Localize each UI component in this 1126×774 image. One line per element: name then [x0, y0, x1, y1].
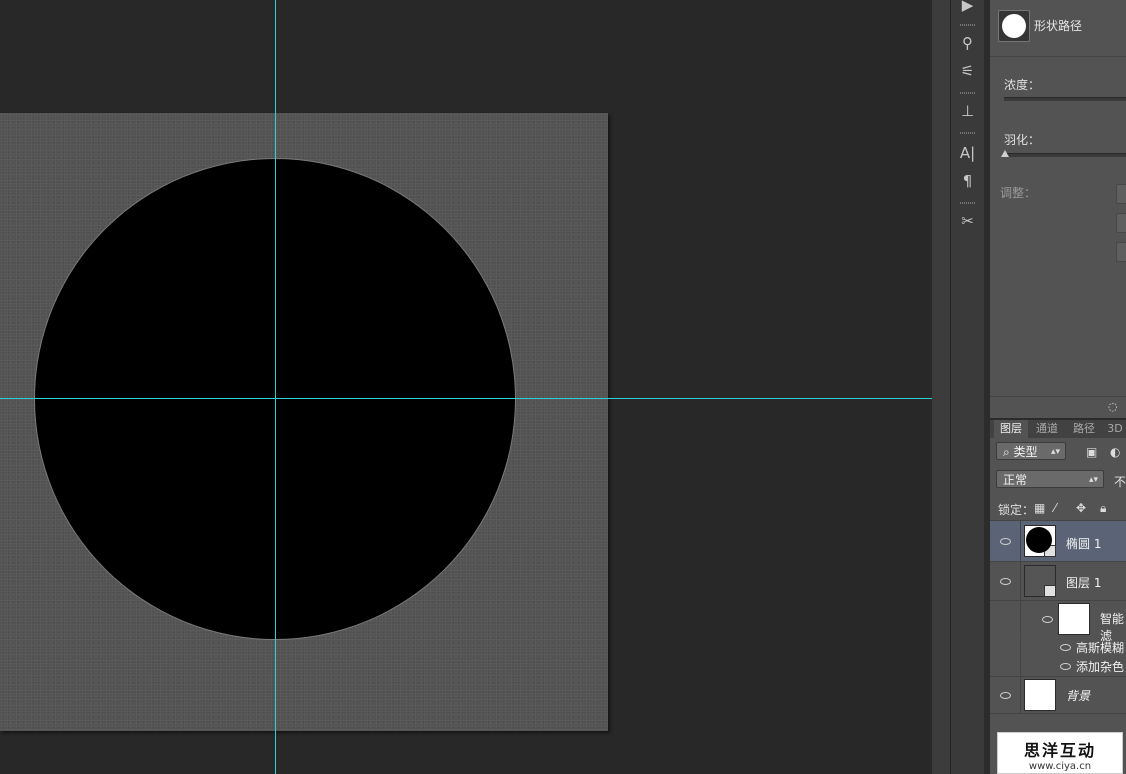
- canvas-workspace[interactable]: [0, 0, 932, 774]
- feather-label: 羽化：: [1004, 133, 1041, 147]
- eye-icon[interactable]: [1000, 575, 1011, 588]
- blend-mode-select[interactable]: 正常 ▴▾: [996, 470, 1104, 488]
- filter-type-value: 类型: [1013, 445, 1038, 459]
- eye-icon[interactable]: [1060, 660, 1071, 673]
- adjustment-filter-icon[interactable]: ◐: [1110, 445, 1120, 459]
- smart-filters-row[interactable]: 智能滤: [990, 601, 1126, 643]
- filter-row-gaussian[interactable]: 高斯模糊: [990, 638, 1126, 656]
- layer-row-layer1[interactable]: 图层 1: [990, 562, 1126, 601]
- layer-filter-select[interactable]: ⌕ 类型 ▴▾: [996, 442, 1066, 460]
- chevron-updown-icon: ▴▾: [1050, 447, 1060, 457]
- properties-title: 形状路径: [1034, 19, 1083, 33]
- smart-object-icon: [1044, 585, 1056, 597]
- tab-layers[interactable]: 图层: [994, 420, 1028, 438]
- tab-channels[interactable]: 通道: [1030, 420, 1064, 438]
- eye-icon[interactable]: [1000, 689, 1011, 702]
- tool-presets-icon[interactable]: ✂: [951, 208, 984, 234]
- shape-badge-icon: [1044, 545, 1056, 557]
- document-canvas[interactable]: [0, 113, 608, 731]
- layer-name[interactable]: 背景: [1066, 687, 1090, 704]
- eye-icon[interactable]: [1060, 641, 1071, 654]
- adjust-button[interactable]: [1116, 184, 1126, 204]
- chevron-updown-icon: ▴▾: [1088, 475, 1098, 485]
- eye-icon[interactable]: [1000, 535, 1011, 548]
- lock-position-icon[interactable]: ✥: [1076, 501, 1086, 515]
- filter-mask-thumbnail: [1058, 603, 1090, 635]
- paragraph-icon[interactable]: ¶: [951, 168, 984, 194]
- character-icon[interactable]: A|: [951, 140, 984, 166]
- brush-presets-icon[interactable]: ⚲: [951, 30, 984, 56]
- properties-panel: 形状路径 浓度： 羽化： 调整： ◌: [990, 0, 1126, 418]
- feather-slider-knob[interactable]: [1001, 150, 1009, 157]
- lock-all-icon[interactable]: 🔒︎: [1100, 501, 1106, 516]
- selection-icon[interactable]: ◌: [1108, 400, 1118, 413]
- watermark-title: 思洋互动: [1023, 741, 1096, 760]
- watermark-url: www.ciya.cn: [1028, 761, 1092, 772]
- visibility-column: [990, 656, 1021, 676]
- layer-row-background[interactable]: 背景: [990, 677, 1126, 714]
- eye-icon[interactable]: [1042, 613, 1053, 626]
- brush-settings-icon[interactable]: ⚟: [951, 58, 984, 84]
- blend-mode-value: 正常: [1003, 473, 1028, 487]
- panel-icon-strip: ▶ ⚲ ⚟ ⊥ A| ¶ ✂: [932, 0, 990, 774]
- layer-thumbnail: [1024, 679, 1056, 711]
- tab-3d[interactable]: 3D: [1104, 420, 1126, 438]
- feather-slider[interactable]: [1004, 153, 1126, 157]
- visibility-column: [990, 601, 1021, 637]
- lock-label: 锁定：: [998, 503, 1035, 517]
- right-panel: 形状路径 浓度： 羽化： 调整： ◌ 图层 通道 路径 3D ⌕ 类型 ▴▾ ▣…: [990, 0, 1126, 774]
- grip-handle[interactable]: [960, 132, 975, 134]
- strip-edge: [932, 0, 951, 774]
- adjust-button[interactable]: [1116, 242, 1126, 262]
- grip-handle[interactable]: [960, 24, 975, 26]
- filter-name[interactable]: 高斯模糊: [1076, 639, 1124, 656]
- lock-paint-icon[interactable]: ⁄: [1054, 501, 1056, 515]
- visibility-column: [990, 638, 1021, 656]
- adjust-label: 调整：: [1000, 186, 1037, 200]
- layers-tabbar: 图层 通道 路径 3D: [990, 420, 1126, 438]
- grip-handle[interactable]: [960, 202, 975, 204]
- play-icon[interactable]: ▶: [951, 0, 984, 18]
- density-slider[interactable]: [1004, 97, 1126, 101]
- opacity-label: 不: [1114, 475, 1126, 489]
- layer-row-ellipse[interactable]: 椭圆 1: [990, 521, 1126, 562]
- image-filter-icon[interactable]: ▣: [1086, 445, 1097, 459]
- layer-name[interactable]: 椭圆 1: [1066, 535, 1101, 552]
- shape-path-thumbnail[interactable]: [998, 10, 1030, 42]
- filter-row-noise[interactable]: 添加杂色: [990, 656, 1126, 677]
- properties-header: 形状路径: [990, 0, 1126, 57]
- search-icon: ⌕: [1003, 445, 1014, 459]
- clone-source-icon[interactable]: ⊥: [951, 98, 984, 124]
- adjust-button[interactable]: [1116, 213, 1126, 233]
- photoshop-window: ▶ ⚲ ⚟ ⊥ A| ¶ ✂ 形状路径 浓度： 羽化： 调整： ◌ 图层 通道 …: [0, 0, 1126, 774]
- tab-paths[interactable]: 路径: [1067, 420, 1101, 438]
- properties-footer: ◌: [990, 396, 1126, 417]
- watermark-logo: 思洋互动 www.ciya.cn: [997, 732, 1123, 774]
- density-label: 浓度：: [1004, 78, 1041, 92]
- lock-row: 锁定： ▦ ⁄ ✥ 🔒︎: [990, 498, 1126, 521]
- layer-name[interactable]: 图层 1: [1066, 574, 1101, 591]
- lock-transparent-icon[interactable]: ▦: [1034, 501, 1045, 515]
- filter-name[interactable]: 添加杂色: [1076, 658, 1124, 675]
- vertical-guide[interactable]: [275, 0, 276, 774]
- grip-handle[interactable]: [960, 92, 975, 94]
- layers-panel: 图层 通道 路径 3D ⌕ 类型 ▴▾ ▣ ◐ 正常 ▴▾ 不 锁定： ▦ ⁄ …: [990, 418, 1126, 774]
- layer-thumbnail: [1024, 565, 1056, 597]
- horizontal-guide[interactable]: [0, 398, 932, 399]
- panel-icon-column: ▶ ⚲ ⚟ ⊥ A| ¶ ✂: [951, 0, 984, 774]
- layer-thumbnail: [1024, 525, 1056, 557]
